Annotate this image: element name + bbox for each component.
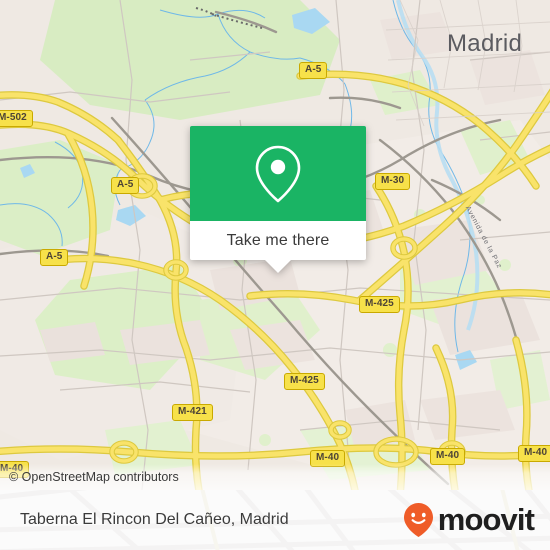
attribution-text: © OpenStreetMap contributors <box>9 470 179 484</box>
road-shield: A-5 <box>111 177 140 194</box>
take-me-there-label: Take me there <box>226 231 330 249</box>
road-shield: M-421 <box>172 404 213 421</box>
moovit-smiley-pin-icon <box>403 503 433 537</box>
moovit-logo[interactable]: moovit <box>401 501 550 539</box>
popup-image-area <box>190 126 366 221</box>
place-name: Taberna El Rincon Del Cañeo, Madrid <box>20 511 289 528</box>
road-shield: M-425 <box>359 296 400 313</box>
moovit-wordmark: moovit <box>437 502 535 537</box>
popup-pointer-tail <box>265 260 291 273</box>
map-attribution: © OpenStreetMap contributors <box>0 464 550 490</box>
road-shield: M-40 <box>430 448 466 465</box>
road-shield: M-30 <box>375 173 411 190</box>
map-viewport[interactable]: A-5 M-502 A-5 M-30 A-5 M-425 M-425 M-421… <box>0 0 550 490</box>
city-label-madrid: Madrid <box>447 30 523 57</box>
map-pin-icon <box>255 145 301 202</box>
road-shield: M-502 <box>0 110 33 127</box>
road-shield: M-40 <box>518 445 550 462</box>
popup-action-bar[interactable]: Take me there <box>190 221 366 260</box>
road-shield: A-5 <box>40 249 69 266</box>
road-shield: M-425 <box>284 373 325 390</box>
moovit-map-screenshot: A-5 M-502 A-5 M-30 A-5 M-425 M-425 M-421… <box>0 0 550 550</box>
footer-content: Taberna El Rincon Del Cañeo, Madrid moov… <box>0 490 550 550</box>
take-me-there-popup[interactable]: Take me there <box>190 126 366 273</box>
footer-bar: Taberna El Rincon Del Cañeo, Madrid moov… <box>0 490 550 550</box>
road-shield: A-5 <box>299 62 328 79</box>
